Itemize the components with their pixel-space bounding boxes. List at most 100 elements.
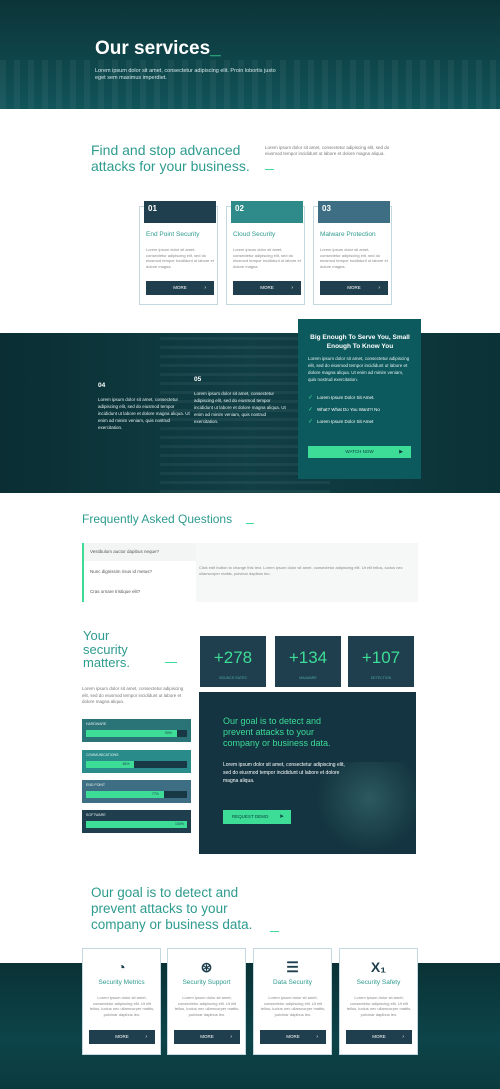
request-demo-button[interactable]: REQUEST DEMO ➤	[223, 810, 291, 824]
stat-label: DETECTION	[370, 676, 392, 680]
progress-bar: COMMUNICATIONS 48%	[82, 750, 191, 773]
feature-number: 05	[194, 376, 202, 383]
card-title: Security Safety	[356, 979, 401, 986]
progress-percent: 90%	[164, 731, 172, 735]
page-title: Our services_	[95, 38, 221, 59]
highlight-text: Lorem ipsum dolor sit amet, consectetur …	[308, 356, 410, 382]
check-item: ✓ Lorem Ipsum Dolor Sit Amet	[308, 419, 374, 425]
check-item: ✓ What? What Do You Want?! No	[308, 407, 380, 413]
feature-card: ⊛ Security Support Lorem ipsum dolor sit…	[167, 948, 246, 1055]
card-title: End Point Security	[146, 231, 200, 238]
progress-percent: 77%	[151, 792, 159, 796]
accent-dash	[265, 169, 274, 170]
chevron-right-icon: ›	[378, 285, 380, 291]
stat-box: +134 MALWARE	[275, 636, 341, 687]
chevron-right-icon: ›	[230, 1034, 232, 1040]
chevron-right-icon: ›	[145, 1034, 147, 1040]
section-heading: Find and stop advanced attacks for your …	[91, 142, 250, 174]
check-icon: ✓	[308, 395, 314, 401]
feature-number: 04	[98, 382, 106, 389]
progress-label: SOFTWARE	[86, 813, 106, 817]
feature-card: ☰ Data Security Lorem ipsum dolor sit am…	[253, 948, 332, 1055]
stat-box: +278 BOUNCE RATES	[200, 636, 266, 687]
highlight-heading: Big Enough To Serve You, Small Enough To…	[310, 334, 410, 350]
stat-value: +278	[213, 648, 253, 667]
stat-label: BOUNCE RATES	[219, 676, 247, 680]
faq-question[interactable]: Nunc dignissim risus id metus?	[90, 569, 152, 574]
feature-text: Lorem ipsum dolor sit amet, consectetur …	[98, 397, 190, 430]
progress-label: COMMUNICATIONS	[86, 753, 119, 757]
stack-icon: ☰	[286, 959, 299, 975]
card-text: Lorem ipsum dolor sit amet, consectetur …	[346, 995, 412, 1017]
chevron-right-icon: ›	[291, 285, 293, 291]
card-title: Security Metrics	[98, 979, 145, 986]
service-card: 01 End Point Security Lorem ipsum dolor …	[139, 201, 218, 305]
accent-dash	[165, 662, 177, 663]
progress-label: HARDWARE	[86, 722, 107, 726]
goal-panel: Our goal is to detect and prevent attack…	[199, 692, 416, 854]
progress-percent: 100%	[175, 822, 184, 826]
more-button[interactable]: MORE ›	[146, 281, 214, 295]
card-text: Lorem ipsum dolor sit amet, consectetur …	[233, 247, 301, 269]
card-title: Cloud Security	[233, 231, 276, 238]
matters-heading: Your security matters.	[83, 628, 130, 670]
more-button[interactable]: MORE ›	[89, 1030, 155, 1044]
hero-subtitle: Lorem ipsum dolor sit amet, consectetur …	[95, 68, 276, 81]
card-text: Lorem ipsum dolor sit amet, consectetur …	[260, 995, 326, 1017]
more-button[interactable]: MORE ›	[233, 281, 301, 295]
stat-box: +107 DETECTION	[348, 636, 414, 687]
check-icon: ✓	[308, 419, 314, 425]
chevron-right-icon: ›	[316, 1034, 318, 1040]
feature-text: Lorem ipsum dolor sit amet, consectetur …	[194, 391, 286, 424]
faq-answer: Click edit button to change this text. L…	[199, 565, 403, 576]
subscript-icon: X₁	[370, 959, 387, 975]
card-text: Lorem ipsum dolor sit amet, consectetur …	[89, 995, 155, 1017]
hero-banner	[0, 0, 500, 109]
progress-fill	[86, 730, 177, 737]
faq-question[interactable]: Cras ornare tristique elit?	[90, 589, 140, 594]
card-title: Malware Protection	[320, 231, 376, 238]
feature-card: X₁ Security Safety Lorem ipsum dolor sit…	[339, 948, 418, 1055]
card-number: 03	[318, 201, 390, 223]
card-title: Data Security	[272, 979, 313, 986]
progress-fill	[86, 821, 187, 828]
more-button[interactable]: MORE ›	[260, 1030, 326, 1044]
service-card: 03 Malware Protection Lorem ipsum dolor …	[313, 201, 392, 305]
card-text: Lorem ipsum dolor sit amet, consectetur …	[146, 247, 214, 269]
card-text: Lorem ipsum dolor sit amet, consectetur …	[320, 247, 388, 269]
progress-percent: 48%	[122, 762, 130, 766]
chevron-right-icon: ›	[204, 285, 206, 291]
highlight-box: Big Enough To Serve You, Small Enough To…	[298, 319, 421, 479]
more-button[interactable]: MORE ›	[174, 1030, 240, 1044]
stat-label: MALWARE	[299, 676, 317, 680]
accent-dash	[270, 931, 279, 932]
progress-bar: SOFTWARE 100%	[82, 810, 191, 833]
bottom-heading: Our goal is to detect and prevent attack…	[91, 885, 253, 932]
goal-text: Lorem ipsum dolor sit amet, consectetur …	[223, 762, 345, 784]
more-button[interactable]: MORE ›	[320, 281, 388, 295]
accent-dash	[246, 523, 254, 524]
gauge-icon: ◔	[117, 959, 126, 975]
watch-now-button[interactable]: WATCH NOW ▶	[308, 446, 411, 458]
card-text: Lorem ipsum dolor sit amet, consectetur …	[174, 995, 240, 1017]
progress-bar: HARDWARE 90%	[82, 719, 191, 742]
check-icon: ✓	[308, 407, 314, 413]
progress-bar: END POINT 77%	[82, 780, 191, 803]
progress-label: END POINT	[86, 783, 106, 787]
goal-heading: Our goal is to detect and prevent attack…	[223, 716, 331, 748]
card-title: Security Support	[182, 979, 231, 986]
stat-value: +134	[288, 648, 328, 667]
more-button[interactable]: MORE ›	[346, 1030, 412, 1044]
service-card: 02 Cloud Security Lorem ipsum dolor sit …	[226, 201, 305, 305]
bottom-band	[0, 963, 500, 1089]
stat-value: +107	[361, 648, 401, 667]
card-number: 01	[144, 201, 216, 223]
lifebuoy-icon: ⊛	[200, 959, 213, 975]
matters-text: Lorem ipsum dolor sit amet, consectetur …	[82, 686, 184, 704]
play-icon: ▶	[399, 449, 403, 455]
send-icon: ➤	[278, 814, 284, 820]
check-item: ✓ Lorem Ipsum Dolor Sit Amet.	[308, 395, 375, 401]
section-intro: Lorem ipsum dolor sit amet, consectetur …	[265, 145, 390, 156]
faq-question[interactable]: Vestibulum auctor dapibus neque?	[90, 549, 159, 554]
chevron-right-icon: ›	[402, 1034, 404, 1040]
